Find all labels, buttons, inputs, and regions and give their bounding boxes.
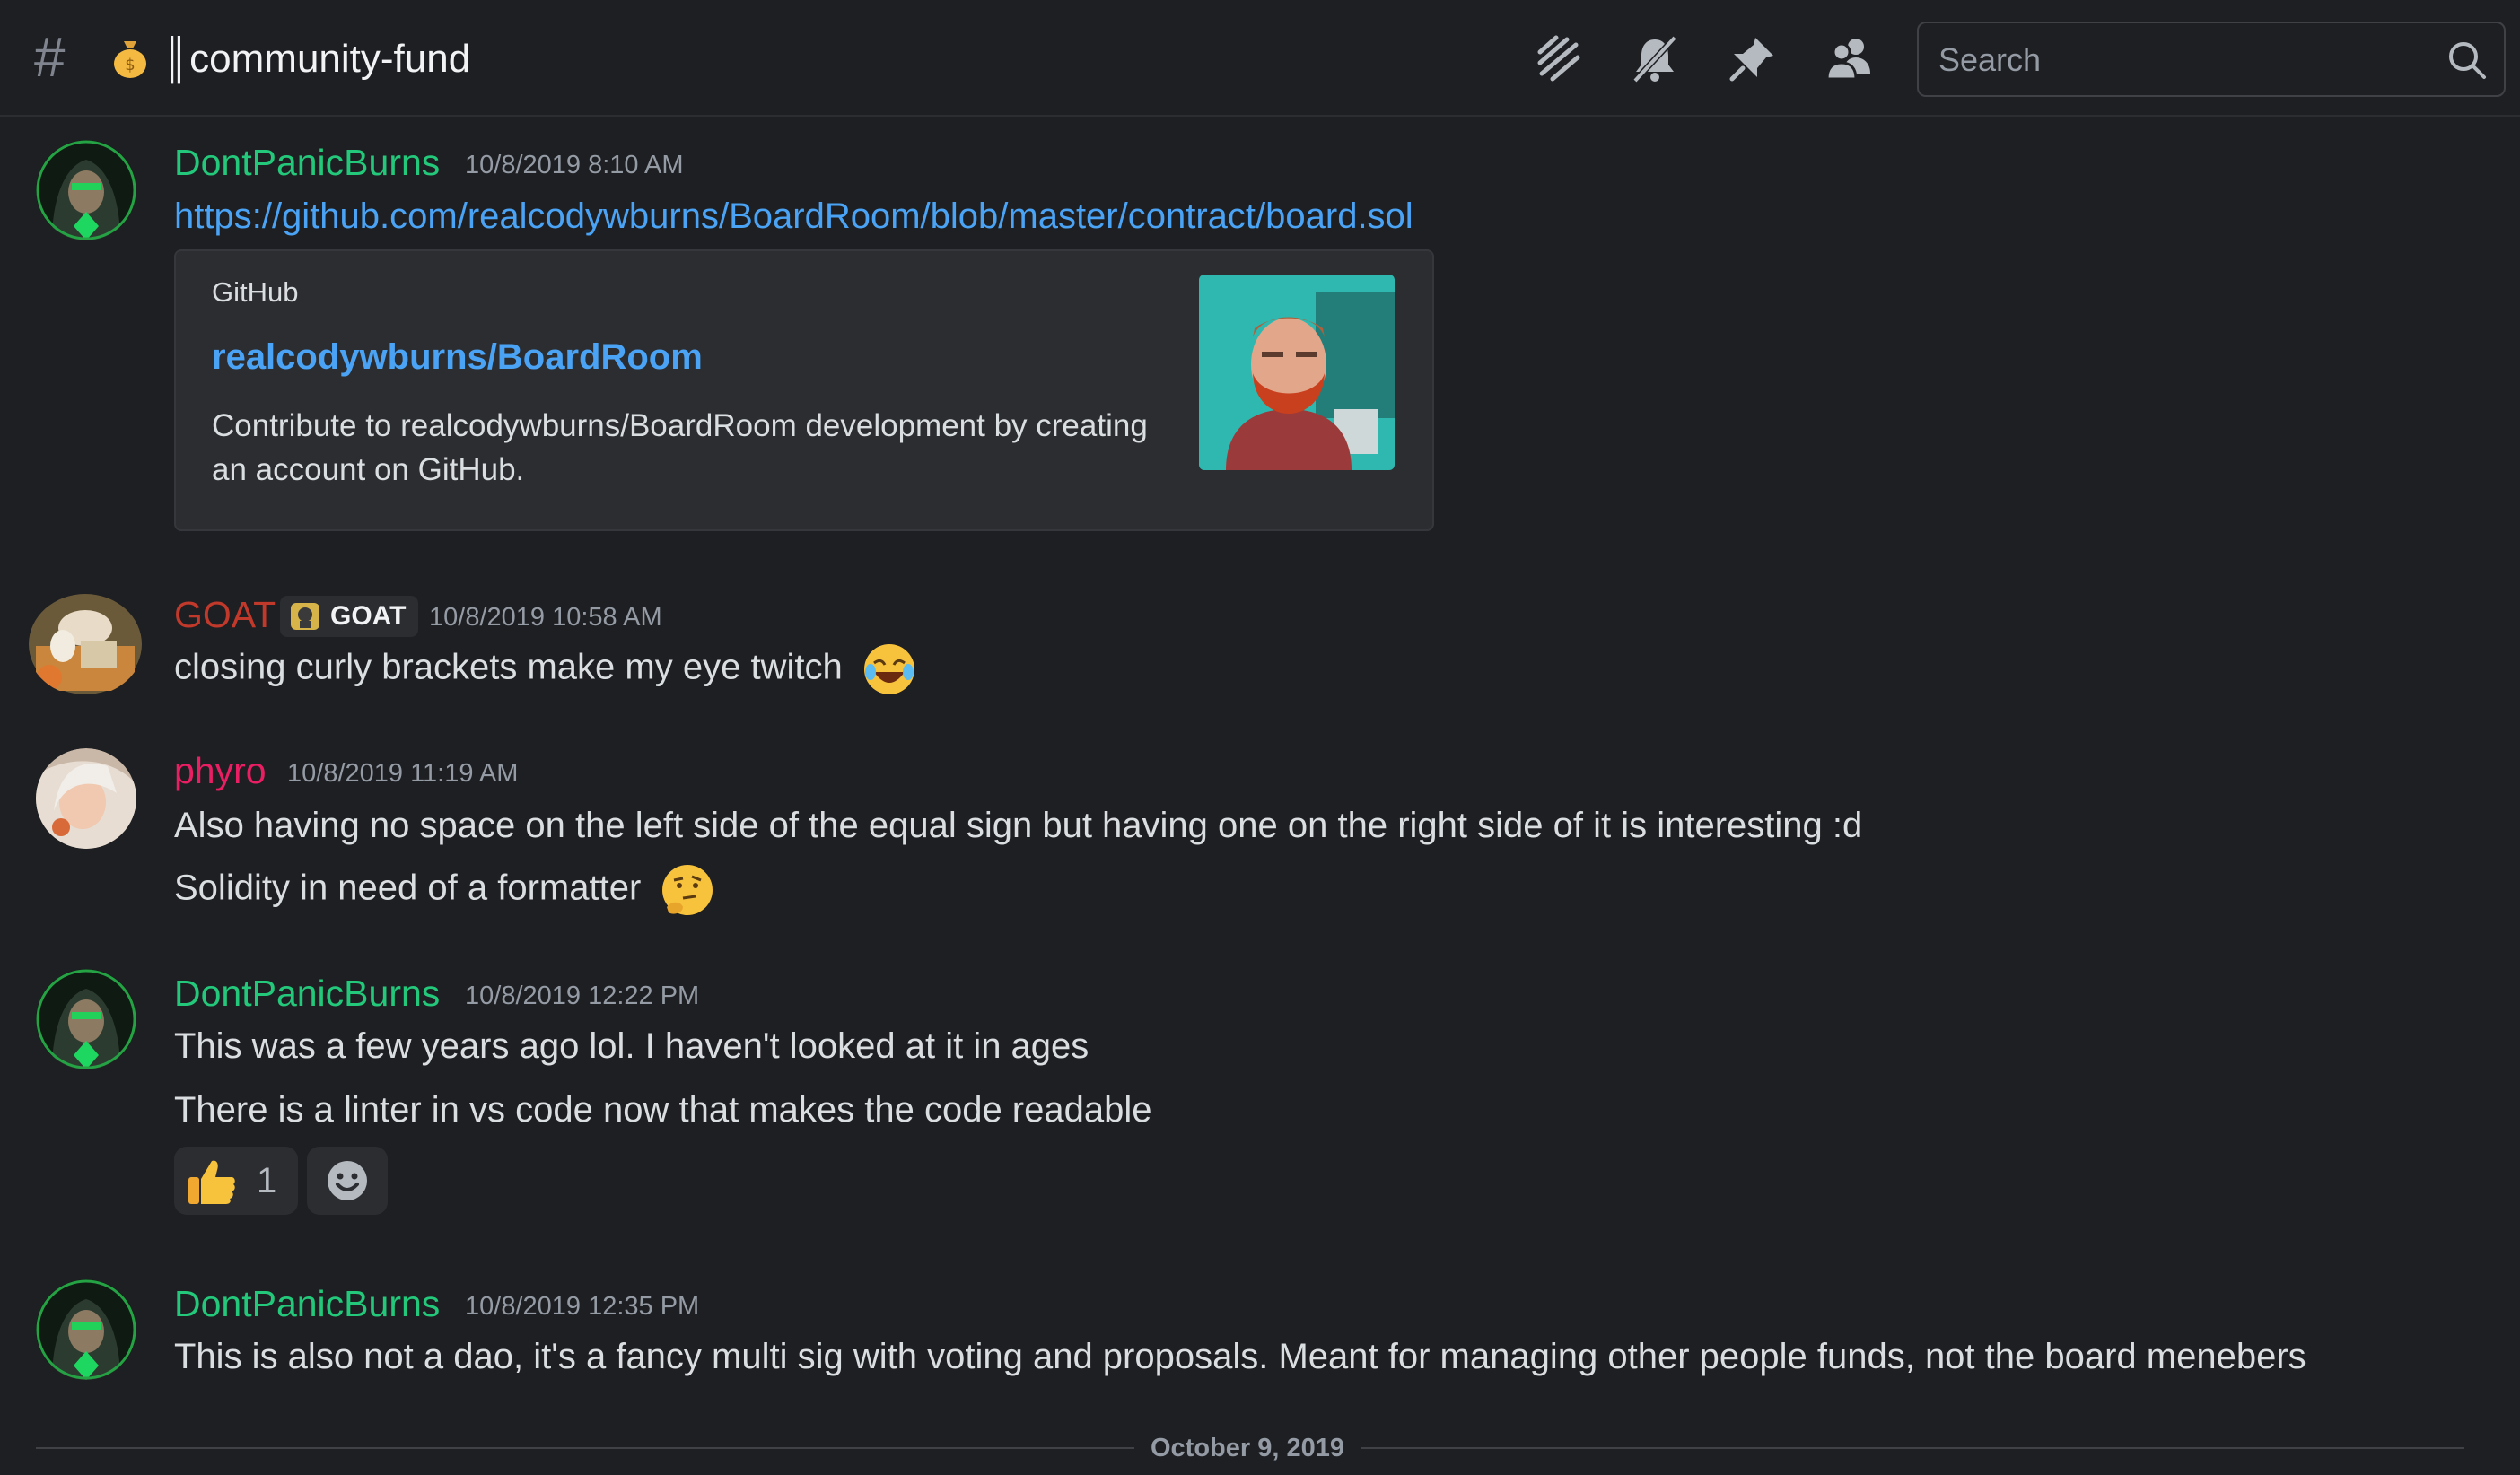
member-list-icon[interactable] [1822, 32, 1876, 86]
message-timestamp: 10/8/2019 12:22 PM [465, 982, 700, 1010]
text-channel-icon: # [34, 27, 66, 89]
avatar[interactable] [36, 140, 136, 240]
threads-icon[interactable] [1531, 32, 1585, 86]
message-timestamp: 10/8/2019 11:19 AM [287, 759, 519, 788]
message-timestamp: 10/8/2019 10:58 AM [429, 603, 662, 632]
message-author[interactable]: DontPanicBurns [174, 971, 440, 1016]
message-link[interactable]: https://github.com/realcodywburns/BoardR… [174, 191, 1413, 241]
avatar[interactable] [27, 592, 144, 696]
avatar[interactable] [36, 1279, 136, 1380]
add-reaction-button[interactable] [307, 1147, 388, 1215]
search-bar[interactable] [1917, 22, 2506, 97]
date-divider-label: October 9, 2019 [1134, 1430, 1361, 1466]
mute-bell-icon[interactable] [1628, 32, 1682, 86]
goat-icon [291, 603, 319, 630]
message-timestamp: 10/8/2019 12:35 PM [465, 1292, 700, 1321]
chat-window: # $ ║community-fund Search DontPanicBurn… [0, 0, 2520, 1475]
message-text: closing curly brackets make my eye twitc… [174, 641, 917, 697]
link-embed: GitHub realcodywburns/BoardRoom Contribu… [174, 249, 1434, 531]
message-line: This was a few years ago lol. I haven't … [174, 1026, 1089, 1066]
embed-thumbnail[interactable] [1199, 275, 1395, 470]
thumbs-up-emoji-icon [188, 1160, 235, 1204]
search-input[interactable] [1937, 32, 2443, 88]
reaction-count: 1 [257, 1161, 277, 1200]
message-line: Also having no space on the left side of… [174, 806, 1863, 845]
embed-description: Contribute to realcodywburns/BoardRoom d… [212, 408, 1148, 487]
channel-name: ║community-fund [162, 37, 471, 81]
message-line: Solidity in need of a formatter [174, 868, 642, 908]
message-author[interactable]: DontPanicBurns [174, 140, 440, 185]
svg-text:$: $ [125, 56, 135, 74]
message-line: There is a linter in vs code now that ma… [174, 1090, 1152, 1130]
thinking-emoji-icon[interactable] [660, 862, 715, 918]
message-author[interactable]: phyro [174, 748, 267, 793]
reaction-thumbs-up[interactable]: 1 [174, 1147, 298, 1215]
avatar[interactable] [36, 969, 136, 1069]
role-badge: GOAT [280, 596, 419, 637]
search-icon[interactable] [2445, 38, 2489, 83]
message-timestamp: 10/8/2019 8:10 AM [465, 151, 684, 179]
message-line: closing curly brackets make my eye twitc… [174, 647, 843, 687]
avatar[interactable] [36, 748, 136, 849]
message-text: Solidity in need of a formatter [174, 862, 715, 918]
pin-icon[interactable] [1725, 32, 1779, 86]
embed-title[interactable]: realcodywburns/BoardRoom [212, 337, 703, 378]
embed-provider[interactable]: GitHub [212, 276, 298, 309]
message-author[interactable]: DontPanicBurns [174, 1281, 440, 1326]
role-badge-label: GOAT [330, 601, 407, 631]
joy-emoji-icon[interactable] [862, 641, 917, 697]
channel-header: # $ ║community-fund [0, 0, 2520, 117]
message-line: This is also not a dao, it's a fancy mul… [174, 1337, 2306, 1376]
money-bag-icon: $ [114, 41, 146, 78]
add-reaction-icon [328, 1161, 367, 1200]
message-author[interactable]: GOAT [174, 592, 276, 637]
